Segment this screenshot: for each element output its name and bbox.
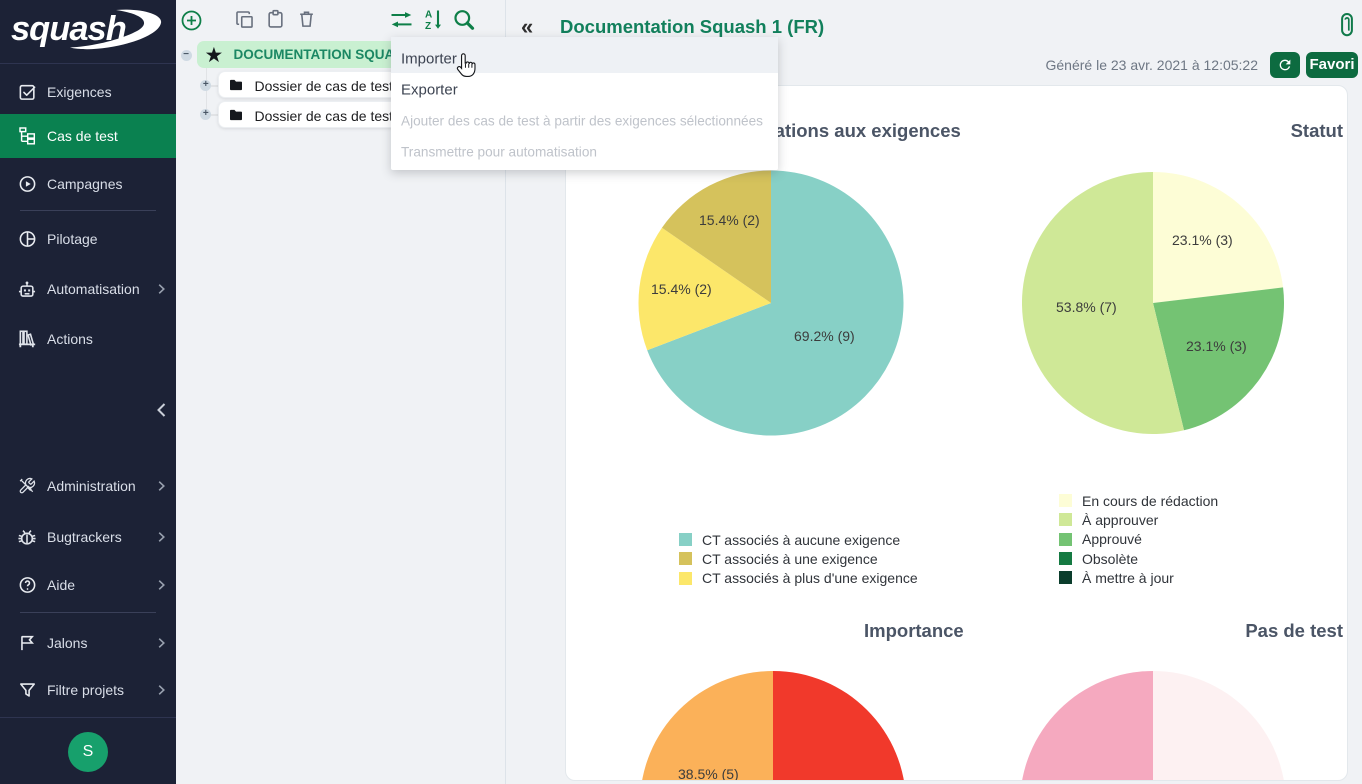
svg-text:Z: Z — [425, 21, 431, 31]
svg-text:A: A — [425, 10, 432, 21]
